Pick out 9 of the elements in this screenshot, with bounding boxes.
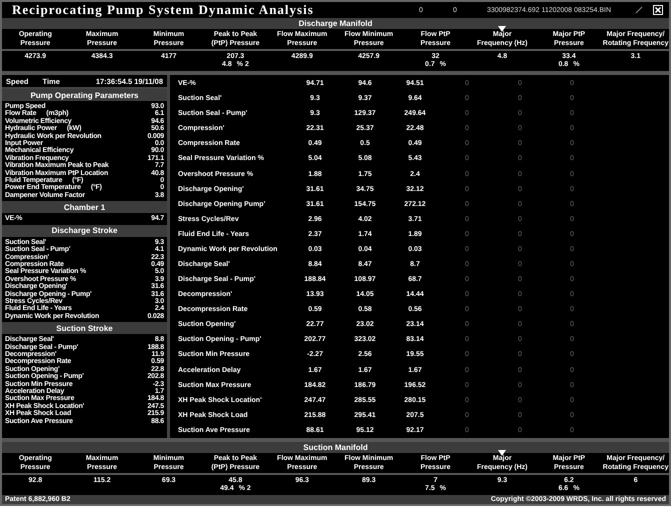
section-title: Discharge Stroke xyxy=(52,226,118,236)
section-title: Chamber 1 xyxy=(64,202,106,212)
section-title: Discharge Manifold xyxy=(298,19,372,28)
slash-icon xyxy=(635,6,643,14)
section-title: Pump Operating Parameters xyxy=(30,90,139,100)
section-title: Suction Stroke xyxy=(56,324,113,333)
app-title: Reciprocating Pump System Dynamic Analysis xyxy=(12,2,315,18)
section-title: Suction Manifold xyxy=(303,443,368,452)
close-icon[interactable] xyxy=(653,5,663,15)
